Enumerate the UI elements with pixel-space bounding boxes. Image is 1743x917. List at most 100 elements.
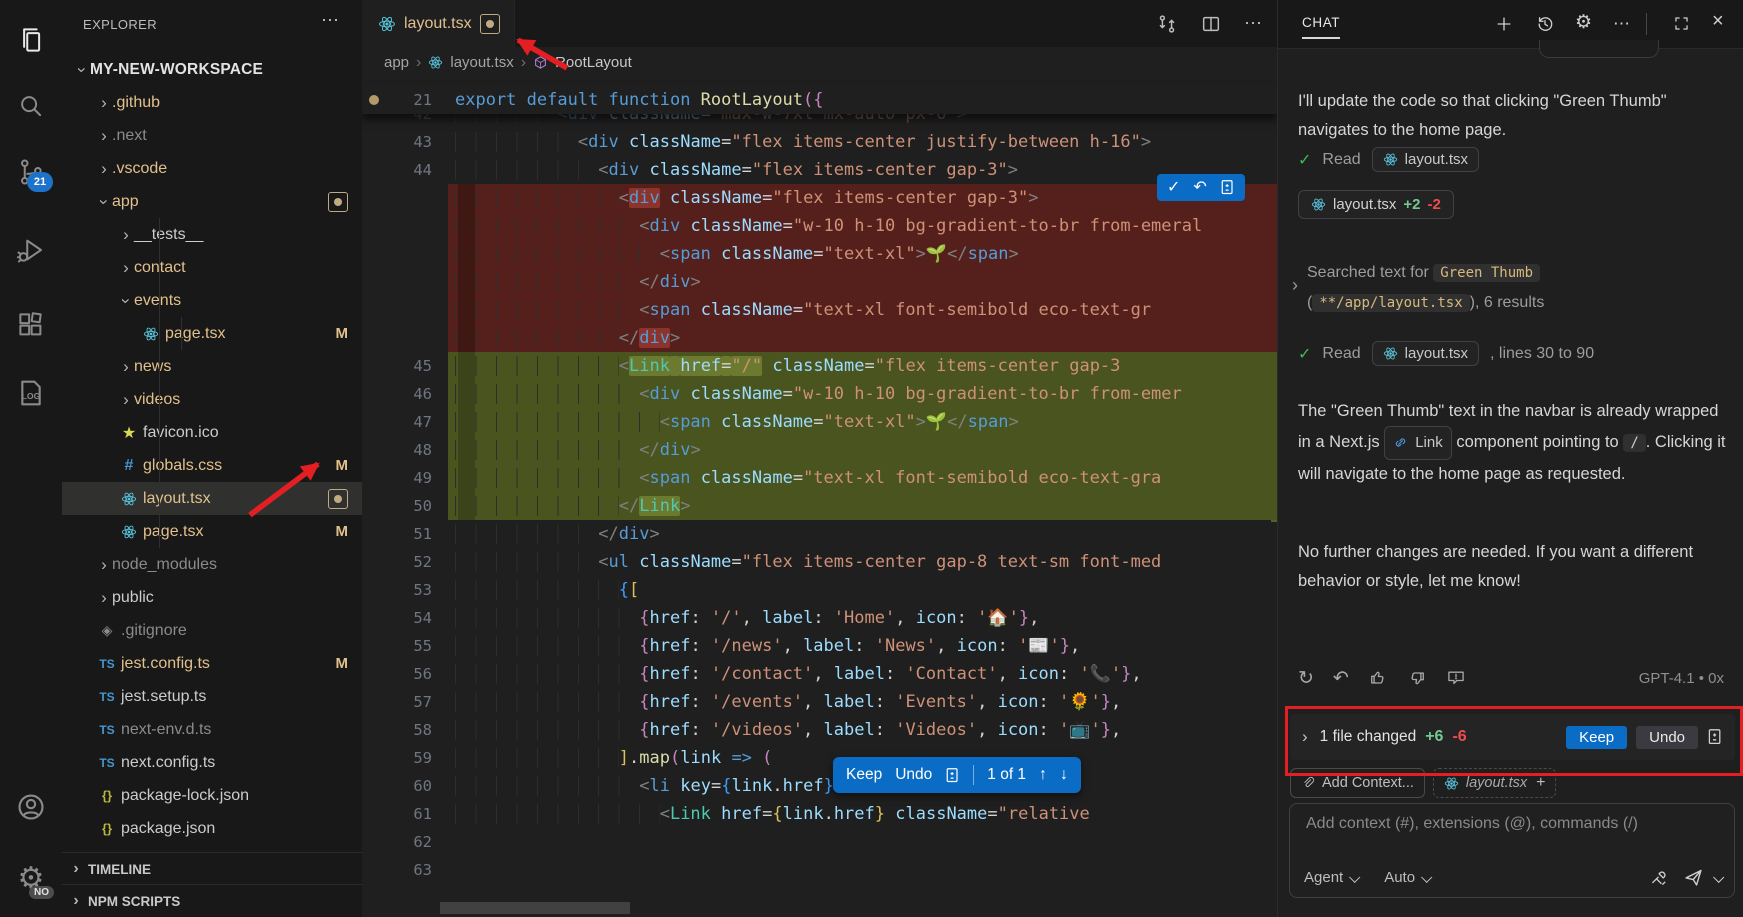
editor-more-icon[interactable]: ⋯: [1244, 13, 1263, 34]
code-line-53[interactable]: 53 {[: [362, 576, 1277, 604]
tree-item-videos[interactable]: ›videos: [62, 383, 362, 416]
agent-mode-dropdown[interactable]: Agent: [1304, 869, 1358, 886]
link-symbol-chip[interactable]: Link: [1384, 426, 1452, 460]
tree-item-public[interactable]: ›public: [62, 581, 362, 614]
explorer-icon[interactable]: [0, 16, 62, 64]
tree-root[interactable]: ›MY-NEW-WORKSPACE: [62, 53, 362, 86]
chevron-right-icon[interactable]: ›: [118, 357, 134, 377]
report-issue-icon[interactable]: [1446, 668, 1466, 688]
code-line-46[interactable]: 46 <div className="w-10 h-10 bg-gradient…: [362, 380, 1277, 408]
code-line-deleted[interactable]: <span className="text-xl font-semibold e…: [362, 296, 1277, 324]
chevron-right-icon[interactable]: ›: [96, 588, 112, 608]
code-line-deleted[interactable]: <div className="flex items-center gap-3"…: [362, 184, 1277, 212]
source-control-icon[interactable]: 21: [0, 148, 62, 196]
code-area[interactable]: 42 <div className="max-w-7xl mx-auto px-…: [362, 78, 1277, 917]
tab-modified-badge[interactable]: [480, 14, 500, 34]
horizontal-scrollbar[interactable]: [440, 902, 630, 914]
file-chip[interactable]: layout.tsx: [1372, 147, 1479, 172]
retry-icon[interactable]: ↻: [1298, 669, 1314, 688]
search-tool-row[interactable]: › Searched text for Green Thumb (**/app/…: [1292, 258, 1544, 318]
diff-file-icon[interactable]: [945, 767, 960, 784]
tree-item-next-env.d.ts[interactable]: TSnext-env.d.ts: [62, 713, 362, 746]
tree-item-next.config.ts[interactable]: TSnext.config.ts: [62, 746, 362, 779]
code-line-59[interactable]: 59 ].map(link => (: [362, 744, 1277, 772]
breadcrumb-app[interactable]: app: [384, 54, 409, 71]
tree-item-.vscode[interactable]: ›.vscode: [62, 152, 362, 185]
tree-item-.gitignore[interactable]: ◈.gitignore: [62, 614, 362, 647]
code-line-21[interactable]: 21export default function RootLayout({: [362, 86, 1277, 114]
code-line-60[interactable]: 60 <li key={link.href}>: [362, 772, 1277, 800]
split-editor-icon[interactable]: [1200, 13, 1222, 35]
code-line-deleted[interactable]: <span className="text-xl">🌱</span>: [362, 240, 1277, 268]
file-chip[interactable]: layout.tsx: [1372, 341, 1479, 366]
code-line-deleted[interactable]: </div>: [362, 268, 1277, 296]
code-line-61[interactable]: 61 <Link href={link.href} className="rel…: [362, 800, 1277, 828]
chevron-right-icon[interactable]: ›: [1292, 270, 1298, 318]
run-debug-icon[interactable]: [0, 226, 62, 274]
chat-settings-gear-icon[interactable]: ⚙: [1575, 11, 1592, 34]
accept-check-icon[interactable]: ✓: [1167, 180, 1180, 196]
chat-input[interactable]: [1304, 814, 1720, 834]
tree-item-favicon.ico[interactable]: ★favicon.ico: [62, 416, 362, 449]
tree-item-.github[interactable]: ›.github: [62, 86, 362, 119]
send-icon[interactable]: [1683, 867, 1704, 888]
new-chat-icon[interactable]: [1494, 14, 1514, 34]
tree-item-page.tsx[interactable]: page.tsxM: [62, 515, 362, 548]
tab-layout-tsx[interactable]: layout.tsx: [362, 0, 515, 47]
code-line-44[interactable]: 44 <div className="flex items-center gap…: [362, 156, 1277, 184]
undo-edit-icon[interactable]: ↶: [1333, 669, 1349, 688]
undo-button[interactable]: Undo: [895, 766, 932, 784]
keep-button[interactable]: Keep: [846, 766, 882, 784]
chevron-right-icon[interactable]: ›: [96, 126, 112, 146]
code-line-51[interactable]: 51 </div>: [362, 520, 1277, 548]
chevron-right-icon[interactable]: ›: [118, 258, 134, 278]
compare-changes-icon[interactable]: [1156, 13, 1178, 35]
code-line-63[interactable]: 63: [362, 856, 1277, 884]
code-line-54[interactable]: 54 {href: '/', label: 'Home', icon: '🏠'}…: [362, 604, 1277, 632]
npm-scripts-section[interactable]: ›NPM SCRIPTS: [62, 884, 362, 917]
account-icon[interactable]: [0, 783, 62, 831]
code-line-58[interactable]: 58 {href: '/videos', label: 'Videos', ic…: [362, 716, 1277, 744]
next-diff-icon[interactable]: ↓: [1060, 766, 1068, 784]
tree-item-.next[interactable]: ›.next: [62, 119, 362, 152]
chat-more-icon[interactable]: ⋯: [1613, 14, 1631, 34]
settings-gear-icon[interactable]: ⚙ NO: [0, 855, 62, 903]
thumbs-down-icon[interactable]: [1407, 668, 1427, 688]
code-line-62[interactable]: 62: [362, 828, 1277, 856]
tree-item-package.json[interactable]: {}package.json: [62, 812, 362, 845]
chevron-right-icon[interactable]: ›: [96, 93, 112, 113]
model-dropdown[interactable]: Auto: [1384, 869, 1430, 886]
file-diff-chip[interactable]: layout.tsx +2 -2: [1298, 190, 1454, 219]
code-line-45[interactable]: 45 <Link href="/" className="flex items-…: [362, 352, 1277, 380]
undo-arrow-icon[interactable]: ↶: [1193, 180, 1206, 196]
timeline-section[interactable]: ›TIMELINE: [62, 852, 362, 885]
chevron-right-icon[interactable]: ›: [118, 225, 134, 245]
maximize-panel-icon[interactable]: [1672, 14, 1691, 33]
code-line-57[interactable]: 57 {href: '/events', label: 'Events', ic…: [362, 688, 1277, 716]
tree-item-jest.config.ts[interactable]: TSjest.config.tsM: [62, 647, 362, 680]
chevron-down-icon[interactable]: ›: [94, 194, 114, 210]
chevron-right-icon[interactable]: ›: [96, 555, 112, 575]
tree-item-globals.css[interactable]: #globals.cssM: [62, 449, 362, 482]
chevron-down-icon[interactable]: ›: [116, 293, 136, 309]
tree-item-package-lock.json[interactable]: {}package-lock.json: [62, 779, 362, 812]
tree-item-news[interactable]: ›news: [62, 350, 362, 383]
code-line-47[interactable]: 47 <span className="text-xl">🌱</span>: [362, 408, 1277, 436]
diff-file-icon[interactable]: [1220, 179, 1235, 196]
code-line-52[interactable]: 52 <ul className="flex items-center gap-…: [362, 548, 1277, 576]
breadcrumb-file[interactable]: layout.tsx: [450, 54, 513, 71]
tree-item-node-modules[interactable]: ›node_modules: [62, 548, 362, 581]
tools-icon[interactable]: [1649, 868, 1669, 888]
tree-item-events[interactable]: ›events: [62, 284, 362, 317]
chevron-right-icon[interactable]: ›: [118, 390, 134, 410]
chevron-right-icon[interactable]: ›: [96, 159, 112, 179]
tree-item-jest.setup.ts[interactable]: TSjest.setup.ts: [62, 680, 362, 713]
thumbs-up-icon[interactable]: [1368, 668, 1388, 688]
code-line-43[interactable]: 43 <div className="flex items-center jus…: [362, 128, 1277, 156]
explorer-more-icon[interactable]: ⋯: [321, 10, 340, 31]
add-file-icon[interactable]: +: [1536, 774, 1545, 792]
code-line-56[interactable]: 56 {href: '/contact', label: 'Contact', …: [362, 660, 1277, 688]
extensions-icon[interactable]: [0, 301, 62, 349]
tree-item-app[interactable]: ›app: [62, 185, 362, 218]
code-line-49[interactable]: 49 <span className="text-xl font-semibol…: [362, 464, 1277, 492]
